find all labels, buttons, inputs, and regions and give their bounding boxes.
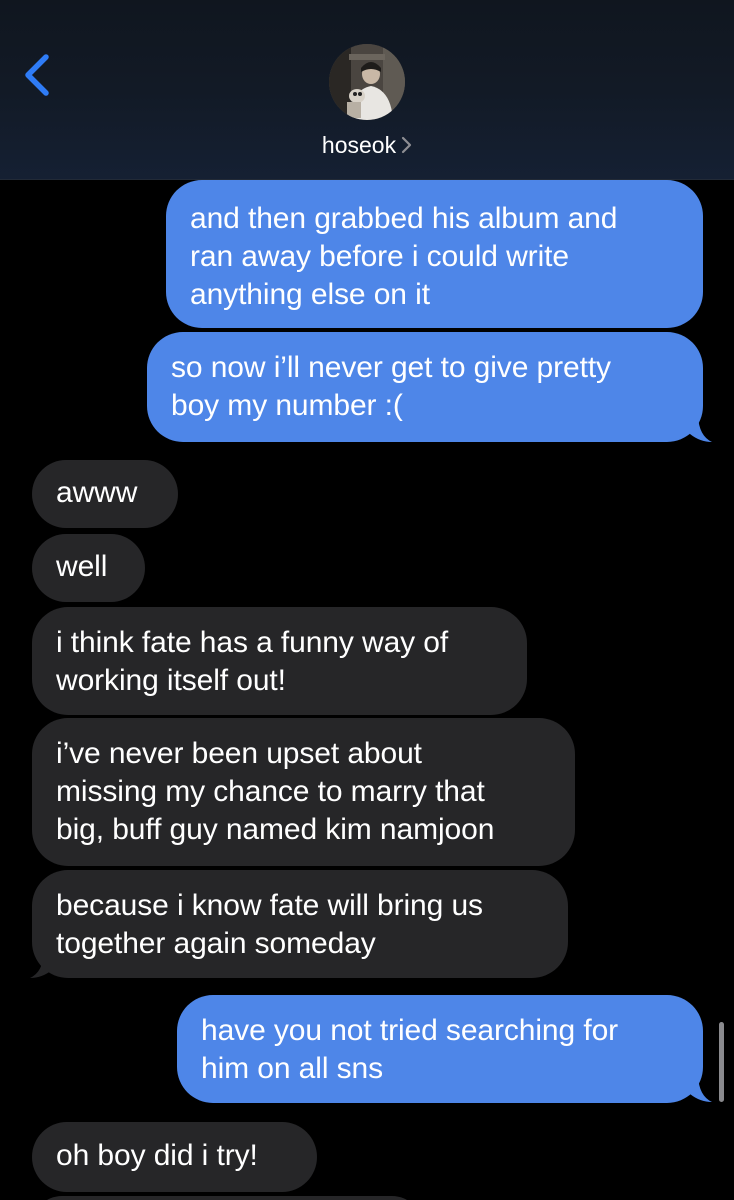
message-bubble-received[interactable]: i’ve never been upset about missing my c… [32,718,575,866]
contact-name-button[interactable]: hoseok [0,130,734,162]
chevron-right-icon [400,132,412,162]
message-bubble-received[interactable]: because i know fate will bring us togeth… [32,870,568,978]
message-bubble-received[interactable]: awww [32,460,178,528]
message-bubble-received[interactable]: i think fate has a funny way of working … [32,607,527,715]
bubble-tail [690,1076,712,1102]
message-bubble-sent[interactable]: and then grabbed his album and ran away … [166,180,703,328]
bubble-tail [690,416,712,442]
scrollbar[interactable] [719,1022,724,1102]
message-bubble-received[interactable]: well [32,534,145,602]
message-thread[interactable]: and then grabbed his album and ran away … [0,180,734,1200]
message-bubble-received-partial[interactable] [32,1196,422,1200]
conversation-header: hoseok [0,0,734,180]
bubble-tail [30,952,52,978]
message-bubble-received[interactable]: oh boy did i try! [32,1122,317,1192]
back-button[interactable] [18,50,58,100]
avatar-photo [329,44,405,120]
contact-avatar[interactable] [329,44,405,120]
contact-name: hoseok [321,132,397,158]
chevron-left-icon [25,54,49,96]
message-bubble-sent[interactable]: so now i’ll never get to give pretty boy… [147,332,703,442]
message-bubble-sent[interactable]: have you not tried searching for him on … [177,995,703,1103]
